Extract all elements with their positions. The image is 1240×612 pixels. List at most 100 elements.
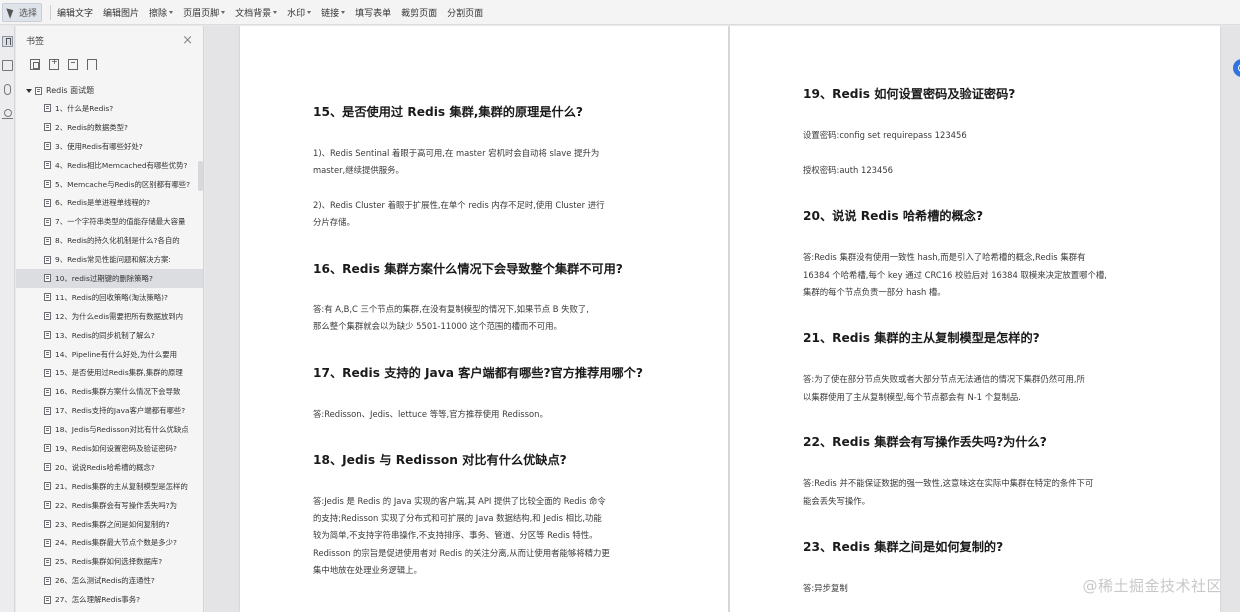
bookmark-item[interactable]: 22、Redis集群会有写操作丢失吗?为 <box>16 496 203 515</box>
paragraph-line: 以集群使用了主从复制模型,每个节点都会有 N-1 个复制品. <box>803 392 1021 402</box>
paragraph-line: 授权密码:auth 123456 <box>803 165 893 175</box>
bookmark-root-label: Redis 面试题 <box>46 86 95 95</box>
bookmark-item-label: 9、Redis常见性能问题和解决方案: <box>55 255 171 265</box>
bookmark-tree: Redis 面试题 1、什么是Redis? 2、Redis的数据类型? 3、使用Re… <box>16 82 203 609</box>
paragraph-line: 答:Redis 并不能保证数据的强一致性,这意味这在实际中集群在特定的条件下可 <box>803 478 1094 488</box>
toolbar-button-label: 分割页面 <box>447 8 484 19</box>
toolbar-button[interactable]: 水印 <box>287 6 312 19</box>
paragraph-line: 集群的每个节点负责一部分 hash 槽。 <box>803 287 946 297</box>
bookmark-item-label: 12、为什么edis需要把所有数据放到内 <box>55 311 184 321</box>
bookmark-item[interactable]: 1、什么是Redis? <box>16 99 203 118</box>
paragraph-line: 答:Redisson、Jedis、lettuce 等等,官方推荐使用 Redis… <box>313 409 548 419</box>
toolbar-button[interactable]: 裁剪页面 <box>401 6 437 19</box>
bookmark-root[interactable]: Redis 面试题 <box>16 82 203 99</box>
document-page-left: 15、是否使用过 Redis 集群,集群的原理是什么? 1)、Redis Sen… <box>240 26 728 612</box>
paragraph-line: 16384 个哈希槽,每个 key 通过 CRC16 校验后对 16384 取模… <box>803 270 1107 280</box>
toolbar-button[interactable]: 页眉页脚 <box>183 6 226 19</box>
bookmark-item[interactable]: 9、Redis常见性能问题和解决方案: <box>16 250 203 269</box>
delete-bookmark-icon[interactable] <box>68 58 78 70</box>
toolbar-button-label: 编辑文字 <box>57 8 94 19</box>
attachment-icon[interactable] <box>4 84 11 95</box>
bookmark-item-label: 23、Redis集群之间是如何复制的? <box>55 519 170 529</box>
bookmark-page-icon <box>44 595 51 604</box>
bookmark-item[interactable]: 4、Redis相比Memcached有哪些优势? <box>16 156 203 175</box>
toolbar-button[interactable]: 编辑图片 <box>103 6 139 19</box>
toolbar-button[interactable]: 链接 <box>321 6 346 19</box>
bookmark-item[interactable]: 3、使用Redis有哪些好处? <box>16 137 203 156</box>
bookmark-item[interactable]: 26、怎么测试Redis的连通性? <box>16 571 203 590</box>
bookmark-page-icon <box>44 255 51 264</box>
paragraph-line: 答:为了使在部分节点失败或者大部分节点无法通信的情况下集群仍然可用,所 <box>803 374 1085 384</box>
toolbar-button[interactable]: 分割页面 <box>447 6 483 19</box>
watermark-text: @稀土掘金技术社区 <box>1082 577 1222 595</box>
bookmark-item[interactable]: 13、Redis的同步机制了解么? <box>16 326 203 345</box>
paragraph-line: 较为简单,不支持字符串操作,不支持排序、事务、管道、分区等 Redis 特性。 <box>313 530 598 540</box>
bookmark-page-icon <box>35 86 42 95</box>
bookmark-toolbar <box>16 54 203 74</box>
bookmark-item[interactable]: 21、Redis集群的主从复制模型是怎样的 <box>16 477 203 496</box>
toolbar-button-label: 文档背景 <box>235 8 272 19</box>
toolbar-button[interactable]: 擦除 <box>149 6 174 19</box>
bookmark-scrollbar[interactable] <box>198 161 203 191</box>
expand-triangle-icon[interactable] <box>26 88 32 93</box>
bookmark-item[interactable]: 19、Redis如何设置密码及验证密码? <box>16 439 203 458</box>
paragraph-line: 答:Jedis 是 Redis 的 Java 实现的客户端,其 API 提供了比… <box>313 496 606 506</box>
bookmark-item[interactable]: 17、Redis支持的Java客户端都有哪些? <box>16 401 203 420</box>
bookmark-item-label: 19、Redis如何设置密码及验证密码? <box>55 443 177 453</box>
bookmark-item-label: 17、Redis支持的Java客户端都有哪些? <box>55 406 186 416</box>
bookmark-item[interactable]: 16、Redis集群方案什么情况下会导致 <box>16 382 203 401</box>
bookmark-item[interactable]: 11、Redis的回收策略(淘汰策略)? <box>16 288 203 307</box>
bookmark-page-icon <box>44 576 51 585</box>
page-thumbnails-icon[interactable] <box>2 60 13 71</box>
bookmark-page-icon <box>44 482 51 491</box>
question-heading: 18、Jedis 与 Redisson 对比有什么优缺点? <box>313 453 567 467</box>
bookmark-page-icon <box>44 444 51 453</box>
bookmark-item[interactable]: 25、Redis集群如何选择数据库? <box>16 552 203 571</box>
add-bookmark-icon[interactable] <box>49 57 59 70</box>
question-heading: 16、Redis 集群方案什么情况下会导致整个集群不可用? <box>313 262 623 276</box>
bookmark-item[interactable]: 5、Memcache与Redis的区别都有哪些? <box>16 175 203 194</box>
bookmark-settings-icon[interactable] <box>87 58 97 70</box>
signature-icon[interactable] <box>2 108 13 119</box>
paragraph-line: 1)、Redis Sentinal 着眼于高可用,在 master 宕机时会自动… <box>313 148 600 158</box>
bookmark-item-label: 7、一个字符串类型的值能存储最大容量 <box>55 217 186 227</box>
expand-bookmarks-icon[interactable] <box>30 58 40 70</box>
bookmark-page-icon <box>44 350 51 359</box>
bookmark-page-icon <box>44 293 51 302</box>
bookmark-page-icon <box>44 274 51 283</box>
bookmark-page-icon <box>44 463 51 472</box>
assistant-float-button[interactable] <box>1233 59 1240 77</box>
bookmark-page-icon <box>44 406 51 415</box>
bookmark-item[interactable]: 20、说说Redis哈希槽的概念? <box>16 458 203 477</box>
close-icon[interactable]: × <box>182 34 193 47</box>
toolbar-divider <box>50 4 52 20</box>
bookmark-item-label: 20、说说Redis哈希槽的概念? <box>55 462 155 472</box>
bookmark-page-icon <box>44 180 51 188</box>
bookmark-item[interactable]: 23、Redis集群之间是如何复制的? <box>16 515 203 534</box>
bookmark-item[interactable]: 14、Pipeline有什么好处,为什么要用 <box>16 345 203 364</box>
bookmark-item[interactable]: 15、是否使用过Redis集群,集群的原理 <box>16 363 203 382</box>
bookmark-icon[interactable] <box>2 36 13 47</box>
bookmark-item[interactable]: 12、为什么edis需要把所有数据放到内 <box>16 307 203 326</box>
bookmark-item[interactable]: 8、Redis的持久化机制是什么?各自的 <box>16 231 203 250</box>
toolbar-button-label: 填写表单 <box>355 8 392 19</box>
paragraph-line: 答:异步复制 <box>803 583 848 593</box>
bookmark-item[interactable]: 2、Redis的数据类型? <box>16 118 203 137</box>
bookmark-item-label: 11、Redis的回收策略(淘汰策略)? <box>55 292 168 302</box>
bookmark-item[interactable]: 27、怎么理解Redis事务? <box>16 590 203 609</box>
bookmark-item-label: 27、怎么理解Redis事务? <box>55 595 141 605</box>
bookmark-page-icon <box>44 123 51 132</box>
paragraph-line: 设置密码:config set requirepass 123456 <box>803 130 967 140</box>
bookmark-item[interactable]: 10、redis过期键的删除策略? <box>16 269 203 288</box>
bookmark-page-icon <box>44 217 51 226</box>
bookmark-item[interactable]: 7、一个字符串类型的值能存储最大容量 <box>16 212 203 231</box>
bookmark-item-label: 18、Jedis与Redisson对比有什么优缺点 <box>55 425 189 435</box>
toolbar-button[interactable]: 填写表单 <box>355 6 391 19</box>
toolbar-button[interactable]: 编辑文字 <box>57 6 93 19</box>
bookmark-item[interactable]: 24、Redis集群最大节点个数是多少? <box>16 533 203 552</box>
toolbar-button[interactable]: 文档背景 <box>235 6 278 19</box>
bookmark-item[interactable]: 18、Jedis与Redisson对比有什么优缺点 <box>16 420 203 439</box>
bookmark-panel-title: 书签 <box>26 36 45 47</box>
select-tool-button[interactable]: 选择 <box>2 2 43 22</box>
bookmark-item[interactable]: 6、Redis是单进程单线程的? <box>16 193 203 212</box>
